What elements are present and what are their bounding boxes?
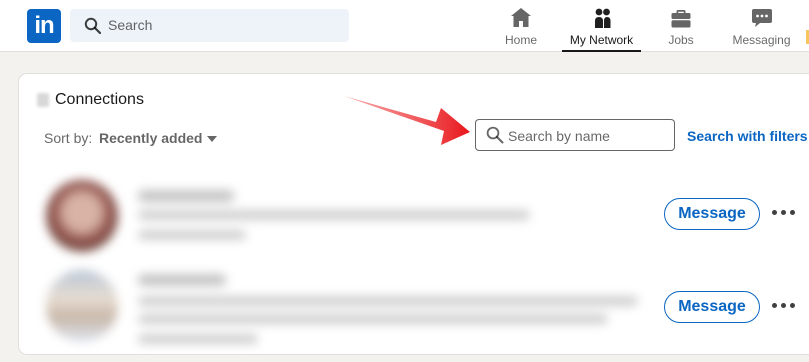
nav-item-home[interactable]: Home <box>501 4 541 52</box>
nav-home-label: Home <box>504 33 537 47</box>
search-icon <box>486 126 504 144</box>
blurred-connection-info <box>30 168 660 256</box>
name-placeholder <box>138 274 226 286</box>
global-search-placeholder: Search <box>108 17 153 33</box>
nav-messaging-label: Messaging <box>732 33 791 47</box>
connections-title: Connections <box>55 91 144 108</box>
name-placeholder <box>138 190 234 202</box>
search-icon <box>84 17 102 35</box>
message-button[interactable]: Message <box>664 198 760 230</box>
connected-date-placeholder <box>138 230 246 240</box>
more-options-icon[interactable] <box>772 302 796 310</box>
avatar <box>46 270 118 342</box>
network-icon <box>594 8 610 28</box>
sort-label: Sort by: <box>44 130 93 146</box>
linkedin-logo[interactable]: in <box>27 9 61 43</box>
search-with-filters-link[interactable]: Search with filters <box>687 128 808 144</box>
home-icon <box>511 8 531 27</box>
messaging-icon <box>751 9 772 27</box>
top-navigation-bar: in Search Home My Network Jobs Messaging <box>0 0 809 52</box>
nav-item-my-network[interactable]: My Network <box>562 4 641 52</box>
search-by-name-placeholder: Search by name <box>508 128 610 144</box>
nav-my-network-label: My Network <box>569 33 634 47</box>
blurred-connection-info <box>30 258 660 350</box>
caret-down-icon[interactable] <box>207 136 217 142</box>
headline-placeholder <box>138 210 530 220</box>
nav-jobs-label: Jobs <box>668 33 694 47</box>
connected-date-placeholder <box>138 334 258 344</box>
headline-placeholder <box>138 296 638 306</box>
headline-placeholder <box>138 314 608 324</box>
global-search-input[interactable]: Search <box>70 9 349 42</box>
search-by-name-input[interactable]: Search by name <box>475 119 675 151</box>
connection-count-redacted <box>37 93 49 107</box>
sort-dropdown[interactable]: Recently added <box>99 130 202 146</box>
briefcase-icon <box>671 10 691 28</box>
nav-item-jobs[interactable]: Jobs <box>660 4 702 52</box>
avatar <box>46 180 118 252</box>
message-button[interactable]: Message <box>664 291 760 323</box>
more-options-icon[interactable] <box>772 209 796 217</box>
nav-item-messaging[interactable]: Messaging <box>731 4 792 52</box>
